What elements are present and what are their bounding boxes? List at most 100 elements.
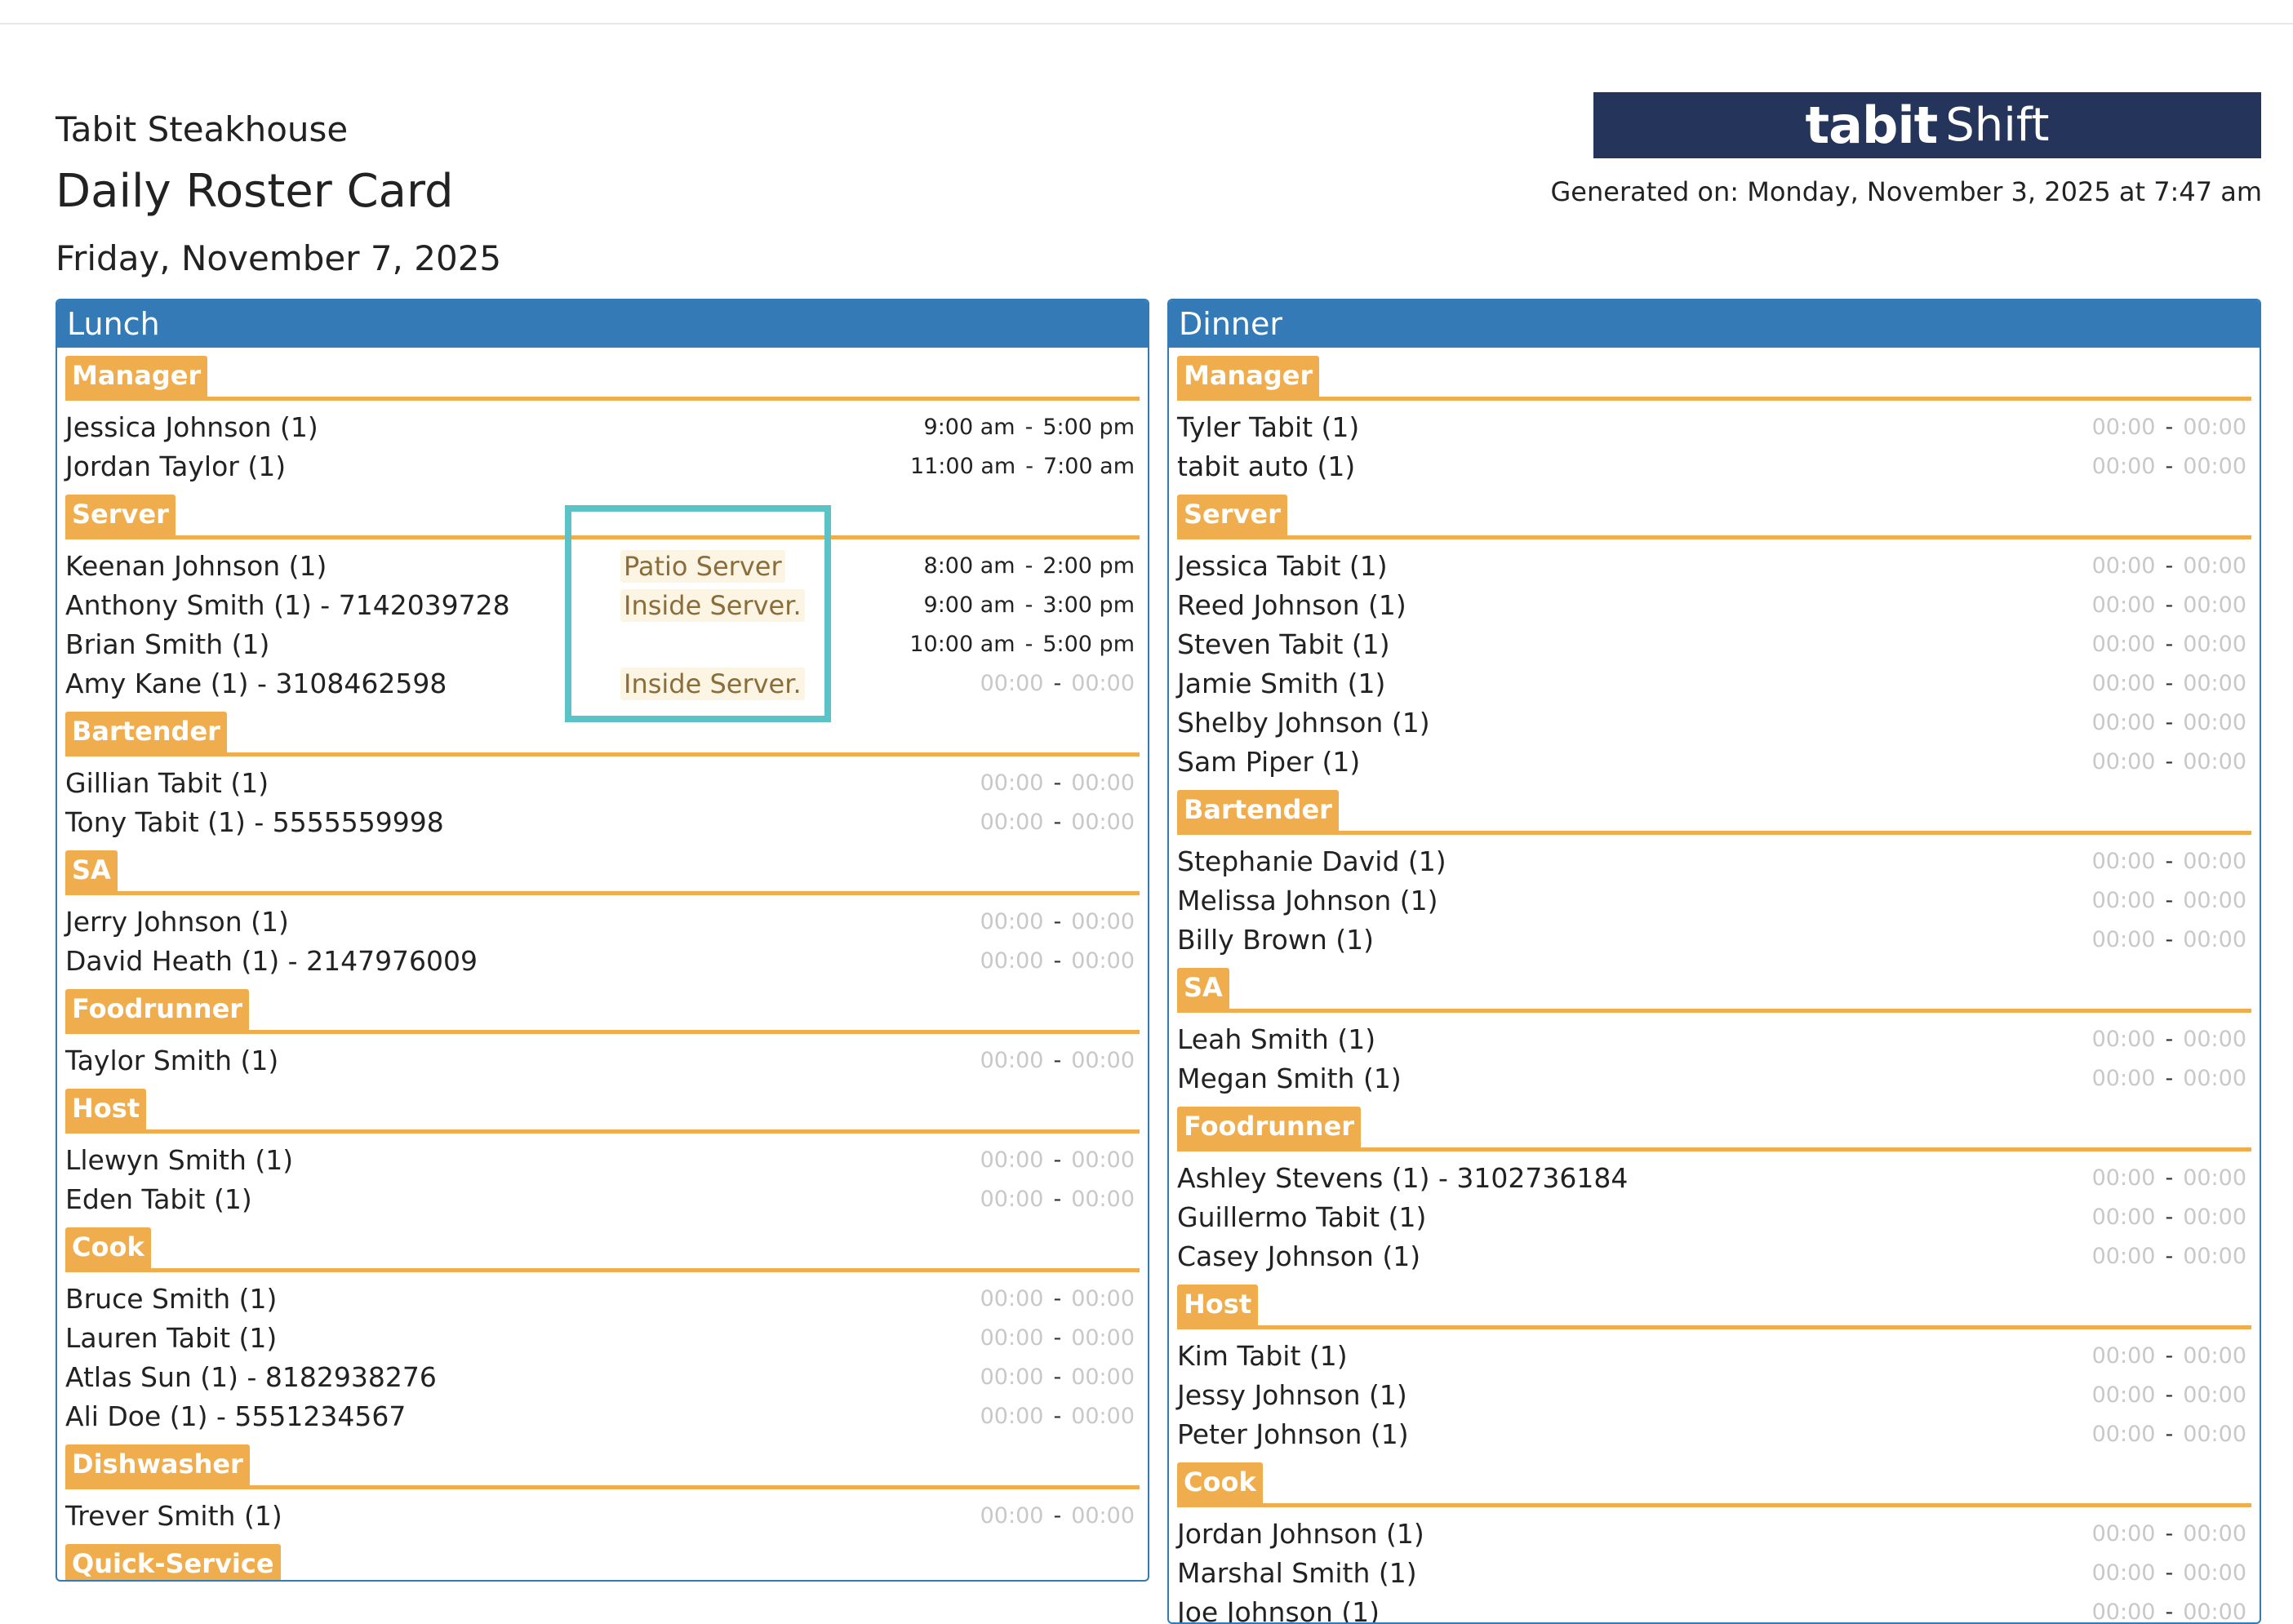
role-section: Manager Jessica Johnson (1) 9:00 am -5:00 p… <box>65 356 1140 486</box>
shift-time: 00:00-00:00 <box>2092 447 2246 486</box>
employee-name: tabit auto (1) <box>1177 450 1356 482</box>
shift-time: 00:00-00:00 <box>2092 547 2246 586</box>
employee-name: Bruce Smith (1) <box>65 1283 278 1315</box>
role-header: Bartender <box>65 712 1140 757</box>
shift-end: 00:00 <box>2183 1422 2246 1447</box>
employee-row: Atlas Sun (1) - 8182938276 00:00-00:00 <box>65 1358 1140 1397</box>
time-separator: - <box>1053 810 1062 835</box>
role-rows: Tyler Tabit (1) 00:00-00:00 tabit auto (1)… <box>1177 397 2251 486</box>
role-divider <box>65 752 1140 757</box>
shift-time: 00:00-00:00 <box>2092 921 2246 960</box>
employee-name: Casey Johnson (1) <box>1177 1240 1421 1272</box>
shift-end: 3:00 pm <box>1042 592 1135 618</box>
employee-row: Jessy Johnson (1) 00:00-00:00 <box>1177 1376 2251 1415</box>
shift-start: 8:00 am <box>923 553 1015 579</box>
shift-end: 5:00 pm <box>1042 415 1135 440</box>
shift-end: 00:00 <box>2183 1521 2246 1546</box>
employee-name: Amy Kane (1) - 3108462598 <box>65 668 447 699</box>
lunch-panel: Lunch Manager Jessica Johnson (1) 9:00 am -… <box>56 299 1149 1582</box>
employee-row: Anthony Smith (1) - 7142039728 Inside Ser… <box>65 586 1140 625</box>
shift-end: 00:00 <box>1071 1364 1135 1390</box>
shift-start: 00:00 <box>2091 1343 2156 1369</box>
shift-start: 00:00 <box>980 1404 1044 1429</box>
employee-row: Taylor Smith (1) 00:00-00:00 <box>65 1041 1140 1080</box>
role-section: SA Leah Smith (1) 00:00-00:00 Megan Smith (… <box>1177 968 2251 1098</box>
shift-end: 00:00 <box>1071 1187 1135 1212</box>
time-separator: - <box>1053 770 1062 796</box>
shift-start: 00:00 <box>2091 888 2156 913</box>
shift-start: 00:00 <box>980 1503 1044 1529</box>
shift-time: 00:00-00:00 <box>980 1041 1135 1080</box>
employee-row: Trever Smith (1) 00:00-00:00 <box>65 1497 1140 1536</box>
time-separator: - <box>1024 415 1033 440</box>
role-section: Server Keenan Johnson (1) Patio Server 8:00… <box>65 495 1140 703</box>
time-separator: - <box>2165 1560 2174 1586</box>
role-label: Host <box>65 1089 147 1129</box>
time-separator: - <box>2165 927 2174 952</box>
role-divider <box>65 535 1140 539</box>
shift-time: 00:00-00:00 <box>2092 1554 2246 1593</box>
shift-end: 00:00 <box>2183 1343 2246 1369</box>
role-rows: Gillian Tabit (1) 00:00-00:00 Tony Tabit (… <box>65 752 1140 842</box>
shift-end: 00:00 <box>2183 927 2246 952</box>
generated-timestamp: Generated on: Monday, November 3, 2025 a… <box>1550 176 2262 207</box>
role-label: Bartender <box>65 712 227 752</box>
employee-row: Melissa Johnson (1) 00:00-00:00 <box>1177 881 2251 921</box>
role-label: Cook <box>65 1227 151 1268</box>
employee-name: Gillian Tabit (1) <box>65 767 269 799</box>
time-separator: - <box>2165 553 2174 579</box>
shift-start: 00:00 <box>2091 749 2156 774</box>
role-divider <box>1177 1325 2251 1329</box>
shift-end: 00:00 <box>2183 1205 2246 1230</box>
shift-time: 00:00-00:00 <box>980 1280 1135 1319</box>
shift-start: 00:00 <box>2091 1205 2156 1230</box>
lunch-panel-title: Lunch <box>57 300 1148 348</box>
employee-name: Jessy Johnson (1) <box>1177 1379 1407 1411</box>
shift-end: 00:00 <box>1071 1503 1135 1529</box>
shift-time: 00:00-00:00 <box>2092 625 2246 664</box>
dinner-roster: Manager Tyler Tabit (1) 00:00-00:00 tabit a… <box>1169 356 2260 1622</box>
role-header: Bartender <box>1177 790 2251 835</box>
time-separator: - <box>2165 632 2174 657</box>
time-separator: - <box>1053 671 1062 696</box>
shift-start: 00:00 <box>2091 671 2156 696</box>
employee-row: Sam Piper (1) 00:00-00:00 <box>1177 743 2251 782</box>
shift-end: 5:00 pm <box>1042 632 1135 657</box>
employee-row: Stephanie David (1) 00:00-00:00 <box>1177 842 2251 881</box>
employee-name: Megan Smith (1) <box>1177 1063 1402 1094</box>
employee-row: Peter Johnson (1) 00:00-00:00 <box>1177 1415 2251 1454</box>
time-separator: - <box>1024 632 1033 657</box>
role-header: Manager <box>1177 356 2251 401</box>
employee-name: Llewyn Smith (1) <box>65 1144 294 1176</box>
employee-row: Billy Brown (1) 00:00-00:00 <box>1177 921 2251 960</box>
shift-start: 00:00 <box>2091 592 2156 618</box>
restaurant-name: Tabit Steakhouse <box>56 109 349 149</box>
shift-time: 10:00 am -5:00 pm <box>909 625 1135 664</box>
role-label: Quick-Service <box>65 1544 281 1580</box>
shift-end: 00:00 <box>1071 909 1135 934</box>
role-divider <box>65 397 1140 401</box>
role-header: Cook <box>1177 1462 2251 1507</box>
shift-time: 00:00-00:00 <box>980 1397 1135 1436</box>
shift-start: 00:00 <box>2091 1382 2156 1408</box>
employee-name: Brian Smith (1) <box>65 628 270 660</box>
employee-name: Stephanie David (1) <box>1177 845 1446 877</box>
shift-time: 00:00-00:00 <box>2092 1415 2246 1454</box>
shift-time: 8:00 am -2:00 pm <box>924 547 1135 586</box>
role-divider <box>65 1030 1140 1034</box>
position-tag: Inside Server. <box>620 668 805 700</box>
role-header: Host <box>65 1089 1140 1134</box>
shift-time: 00:00-00:00 <box>2092 664 2246 703</box>
shift-end: 00:00 <box>2183 454 2246 479</box>
time-separator: - <box>2165 1244 2174 1269</box>
shift-time: 00:00-00:00 <box>2092 881 2246 921</box>
employee-row: Brian Smith (1) 10:00 am -5:00 pm <box>65 625 1140 664</box>
employee-name: Jordan Taylor (1) <box>65 450 287 482</box>
shift-time: 00:00-00:00 <box>2092 1515 2246 1554</box>
employee-name: Melissa Johnson (1) <box>1177 885 1438 916</box>
shift-start: 00:00 <box>980 671 1044 696</box>
employee-row: Jamie Smith (1) 00:00-00:00 <box>1177 664 2251 703</box>
shift-end: 00:00 <box>1071 671 1135 696</box>
shift-end: 2:00 pm <box>1042 553 1135 579</box>
role-rows: Jordan Johnson (1) 00:00-00:00 Marshal Smi… <box>1177 1503 2251 1622</box>
